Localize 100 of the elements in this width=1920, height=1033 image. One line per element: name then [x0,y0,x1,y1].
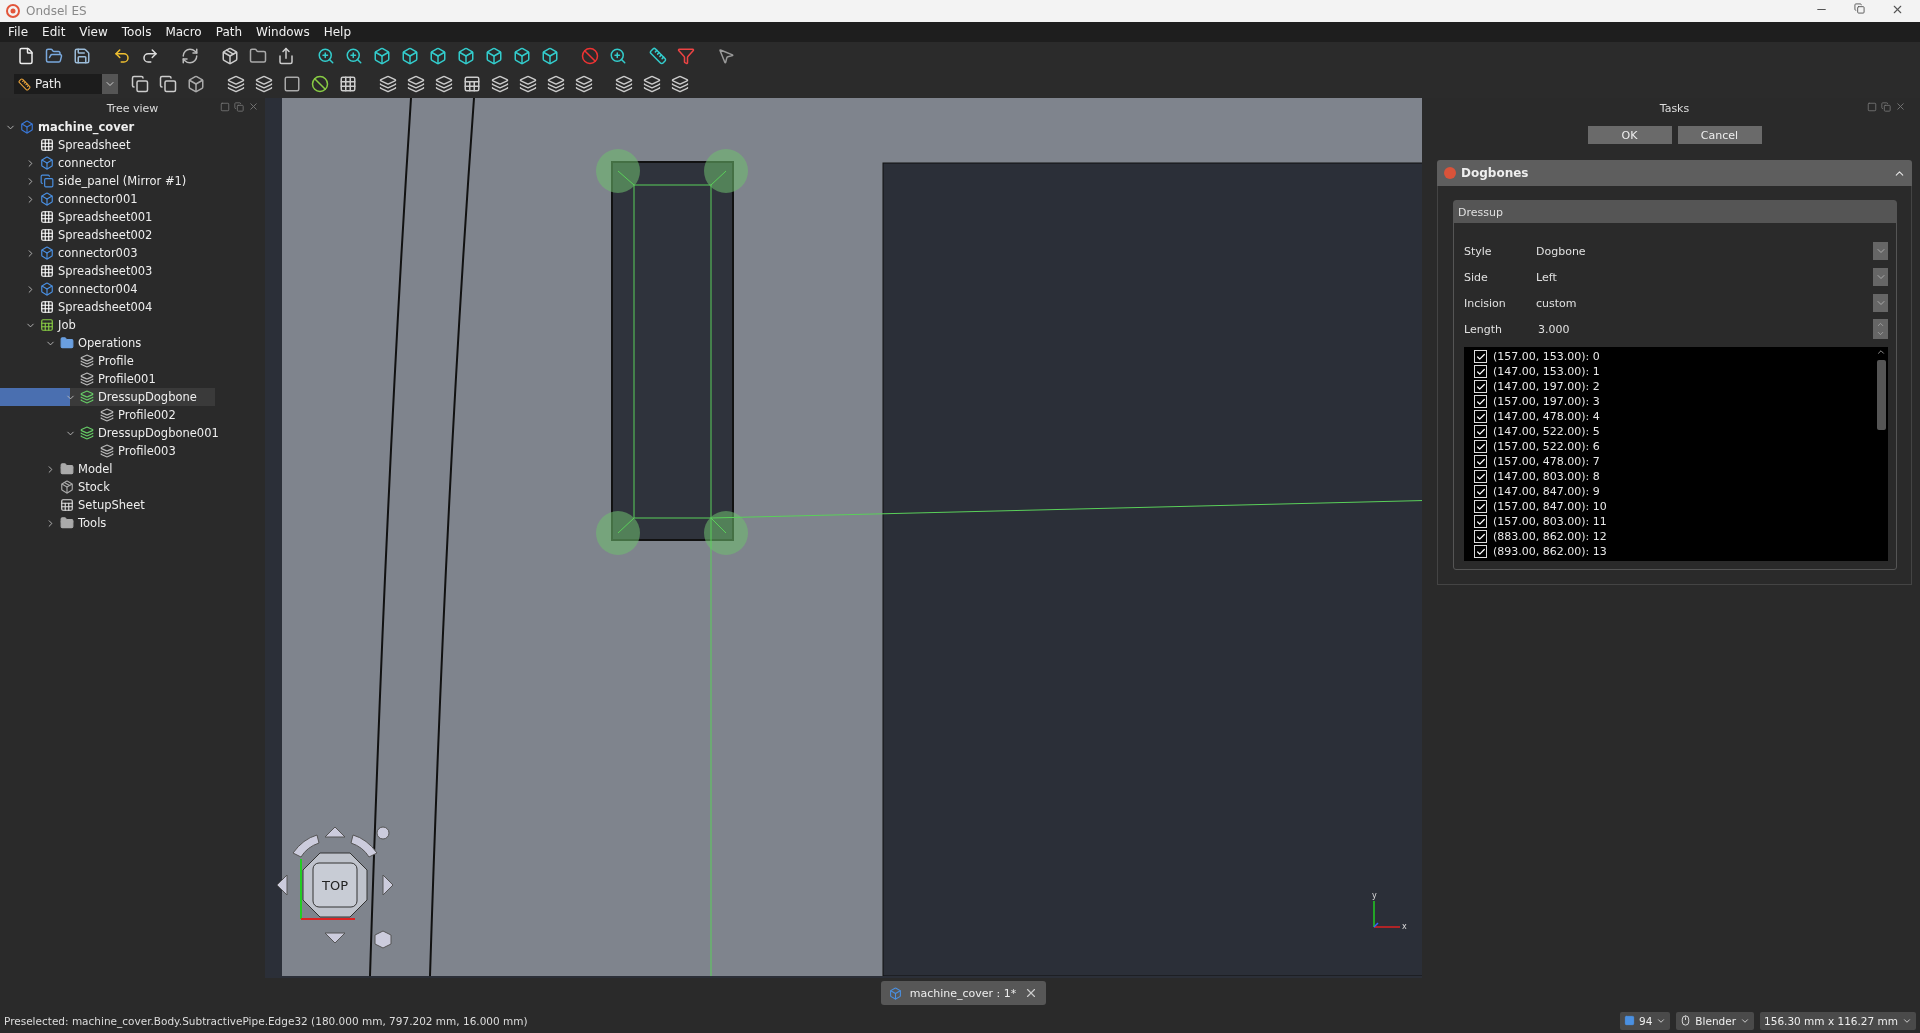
menu-item[interactable]: Help [323,25,352,39]
zoom-selector[interactable]: 94 [1619,1011,1671,1030]
checkbox[interactable] [1474,410,1487,423]
location-list[interactable] [1464,347,1888,561]
checkbox[interactable] [1474,425,1487,438]
panel-title: Tasks [1659,101,1690,115]
menu-item[interactable]: Macro [165,25,202,39]
tree-item[interactable]: machine_cover [0,118,265,136]
window-title: Ondsel ES [26,4,87,18]
checkbox[interactable] [1474,350,1487,363]
tree-item[interactable]: side_panel (Mirror #1) [0,172,265,190]
menu-item[interactable]: Path [215,25,243,39]
operation-icon [100,408,114,422]
body-icon [40,192,54,206]
spreadsheet-icon [40,210,54,224]
3d-viewport[interactable]: TOP y x [265,98,1422,978]
checkbox[interactable] [1474,440,1487,453]
tree-item[interactable]: connector001 [0,190,265,208]
checkbox[interactable] [1474,500,1487,513]
checkbox[interactable] [1474,380,1487,393]
dropdown-field[interactable]: Dogbone [1536,241,1888,261]
tree-item[interactable]: Tools [0,514,265,532]
checkbox[interactable] [1474,395,1487,408]
operation-icon [100,444,114,458]
tree-item[interactable]: DressupDogbone001 [0,424,265,442]
axis-indicator: y x [1364,889,1410,935]
tree-item[interactable]: Job [0,316,265,334]
dropdown-field[interactable]: custom [1536,293,1888,313]
list-item-label: (147.00, 803.00): 8 [1493,470,1600,483]
number-field[interactable]: 3.000 [1536,319,1888,339]
square-icon [1623,1015,1635,1026]
body-icon [40,156,54,170]
list-item-label: (883.00, 862.00): 12 [1493,530,1607,543]
menu-item[interactable]: Tools [121,25,152,39]
document-tab[interactable]: machine_cover : 1* [880,981,1047,1005]
field-label: Length [1464,322,1503,336]
tree-item[interactable]: Profile002 [0,406,265,424]
tree-item[interactable]: Stock [0,478,265,496]
checkbox[interactable] [1474,485,1487,498]
folder-icon [60,336,74,350]
menu-item[interactable]: Edit [42,25,66,39]
tree-item[interactable]: Model [0,460,265,478]
tree-item[interactable]: Profile [0,352,265,370]
menu-item[interactable]: View [79,25,108,39]
folder-icon [60,462,74,476]
checkbox[interactable] [1474,530,1487,543]
menu-item[interactable]: File [8,25,29,39]
spreadsheet-icon [40,228,54,242]
list-item-label: (157.00, 197.00): 3 [1493,395,1600,408]
cancel-button[interactable]: Cancel [1677,126,1762,144]
mouse-icon [1680,1015,1692,1026]
tree-item[interactable]: SetupSheet [0,496,265,514]
navigation-cube[interactable]: TOP [275,825,415,965]
list-item-label: (147.00, 197.00): 2 [1493,380,1600,393]
navigation-style-selector[interactable]: Blender [1676,1011,1755,1030]
tree-item[interactable]: Spreadsheet002 [0,226,265,244]
checkbox[interactable] [1474,365,1487,378]
tree-item[interactable]: Profile001 [0,370,265,388]
group-title: Dressup [1458,205,1503,219]
operation-icon [80,372,94,386]
tree-item[interactable]: Spreadsheet [0,136,265,154]
list-item-label: (893.00, 862.00): 13 [1493,545,1607,558]
list-item-label: (147.00, 847.00): 9 [1493,485,1600,498]
list-item-label: (147.00, 153.00): 1 [1493,365,1600,378]
tree-item[interactable]: Spreadsheet004 [0,298,265,316]
stock-icon [60,480,74,494]
list-item-label: (157.00, 803.00): 11 [1493,515,1607,528]
folder-icon [60,516,74,530]
list-item-label: (157.00, 478.00): 7 [1493,455,1600,468]
section-header[interactable]: Dogbones [1437,160,1912,186]
tree-item[interactable]: Spreadsheet003 [0,262,265,280]
list-item-label: (157.00, 522.00): 6 [1493,440,1600,453]
tree-item[interactable]: connector [0,154,265,172]
status-message: Preselected: machine_cover.Body.SubtractivePipe.Edge32 (180.000 mm, 797.202 mm, 16.000 mm) [4,1014,529,1027]
tree-item[interactable]: Spreadsheet001 [0,208,265,226]
list-item-label: (147.00, 522.00): 5 [1493,425,1600,438]
checkbox[interactable] [1474,545,1487,558]
checkbox[interactable] [1474,470,1487,483]
menu-item[interactable]: Windows [256,25,310,39]
tree-item[interactable]: Profile003 [0,442,265,460]
field-label: Style [1464,244,1493,258]
spreadsheet-icon [40,264,54,278]
chevron-up-icon[interactable] [1876,347,1886,357]
dimensions-selector[interactable]: 156.30 mm x 116.27 mm [1760,1011,1916,1030]
checkbox[interactable] [1474,455,1487,468]
body-icon [40,282,54,296]
field-label: Incision [1464,296,1507,310]
list-item-label: (157.00, 153.00): 0 [1493,350,1600,363]
ok-button[interactable]: OK [1587,126,1672,144]
list-item-label: (157.00, 847.00): 10 [1493,500,1607,513]
setup-sheet-icon [60,498,74,512]
tree-item[interactable]: connector003 [0,244,265,262]
dropdown-field[interactable]: Left [1536,267,1888,287]
tree-item[interactable]: connector004 [0,280,265,298]
operation-icon [80,354,94,368]
scrollbar-thumb[interactable] [1876,360,1886,430]
tree-item[interactable]: Operations [0,334,265,352]
workbench-dropdown[interactable]: Path [14,74,118,94]
checkbox[interactable] [1474,515,1487,528]
spreadsheet-icon [40,138,54,152]
